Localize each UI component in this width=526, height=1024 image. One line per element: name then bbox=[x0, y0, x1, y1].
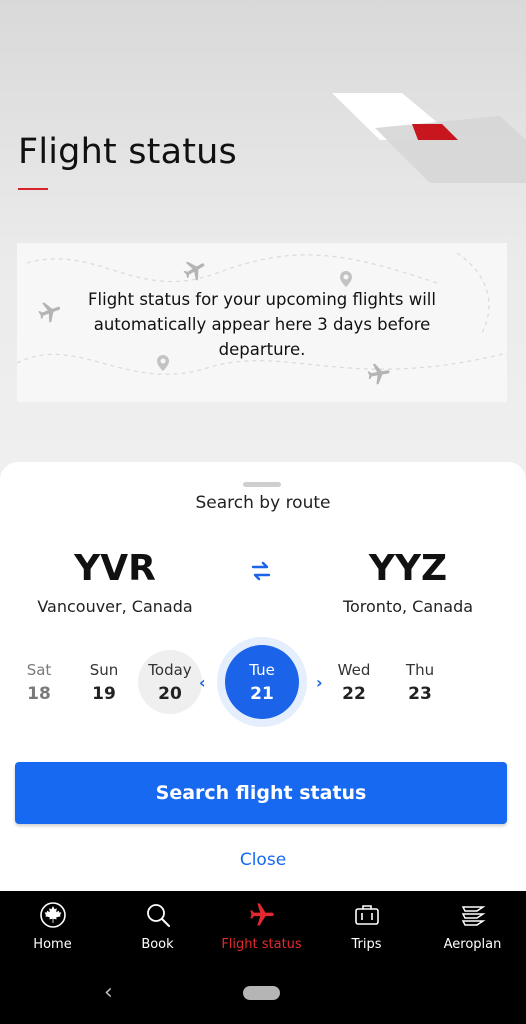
tab-label: Trips bbox=[351, 937, 382, 952]
sheet-drag-handle[interactable] bbox=[243, 482, 281, 487]
date-day: 19 bbox=[92, 684, 116, 704]
page-title: Flight status bbox=[18, 132, 237, 172]
date-thu-23[interactable]: Thu 23 bbox=[390, 660, 450, 707]
date-tue-21[interactable]: Tue 21 bbox=[232, 660, 292, 707]
plane-decoration-icon bbox=[183, 261, 205, 281]
search-flight-status-button[interactable]: Search flight status bbox=[15, 762, 507, 824]
tab-label: Book bbox=[141, 937, 174, 952]
chevron-right-icon[interactable]: › bbox=[316, 673, 323, 692]
date-sat-18[interactable]: Sat 18 bbox=[9, 660, 69, 707]
date-day: 20 bbox=[158, 684, 182, 704]
date-day: 23 bbox=[408, 684, 432, 704]
home-pill[interactable] bbox=[243, 986, 280, 1000]
date-wed-22[interactable]: Wed 22 bbox=[324, 660, 384, 707]
chevron-left-icon[interactable]: ‹ bbox=[199, 673, 206, 692]
system-navigation-bar: ‹ bbox=[0, 966, 526, 1024]
date-day: 22 bbox=[342, 684, 366, 704]
tab-trips[interactable]: Trips bbox=[314, 891, 419, 966]
date-name: Sun bbox=[89, 661, 119, 679]
info-message: Flight status for your upcoming flights … bbox=[88, 290, 436, 359]
date-name: Tue bbox=[249, 661, 275, 679]
date-name: Sat bbox=[26, 661, 52, 679]
back-icon[interactable]: ‹ bbox=[104, 980, 113, 1005]
tab-label: Aeroplan bbox=[443, 937, 502, 952]
tab-label: Flight status bbox=[221, 937, 302, 952]
sheet-heading: Search by route bbox=[195, 493, 331, 513]
tab-flight-status[interactable]: Flight status bbox=[209, 891, 314, 966]
date-day: 21 bbox=[250, 684, 274, 704]
destination-city[interactable]: Toronto, Canada bbox=[298, 597, 518, 616]
date-name: Wed bbox=[337, 661, 371, 679]
date-name: Thu bbox=[405, 661, 435, 679]
aircraft-tail-graphic bbox=[332, 93, 526, 183]
bottom-tab-bar: Home Book Flight status Trips Aeroplan bbox=[0, 891, 526, 966]
search-icon bbox=[146, 904, 170, 927]
swap-arrows-icon[interactable] bbox=[249, 560, 273, 582]
app-screen: Flight status Flight status for your upc… bbox=[0, 0, 526, 1024]
airplane-icon bbox=[249, 903, 274, 926]
tab-label: Home bbox=[33, 937, 72, 952]
origin-code[interactable]: YVR bbox=[15, 548, 215, 589]
title-underline bbox=[18, 188, 48, 190]
maple-leaf-icon bbox=[39, 902, 66, 928]
date-today-20[interactable]: Today 20 bbox=[140, 660, 200, 707]
info-card: Flight status for your upcoming flights … bbox=[17, 243, 507, 402]
destination-code[interactable]: YYZ bbox=[308, 548, 508, 589]
date-sun-19[interactable]: Sun 19 bbox=[74, 660, 134, 707]
close-link[interactable]: Close bbox=[0, 850, 526, 870]
suitcase-icon bbox=[354, 905, 379, 925]
date-name: Today bbox=[148, 661, 192, 679]
plane-decoration-icon bbox=[367, 363, 390, 385]
origin-city[interactable]: Vancouver, Canada bbox=[5, 597, 225, 616]
tab-book[interactable]: Book bbox=[105, 891, 210, 966]
location-pin-decoration-icon bbox=[340, 271, 352, 287]
date-day: 18 bbox=[27, 684, 51, 704]
tab-home[interactable]: Home bbox=[0, 891, 105, 966]
aeroplan-icon bbox=[461, 906, 485, 926]
tab-aeroplan[interactable]: Aeroplan bbox=[420, 891, 525, 966]
